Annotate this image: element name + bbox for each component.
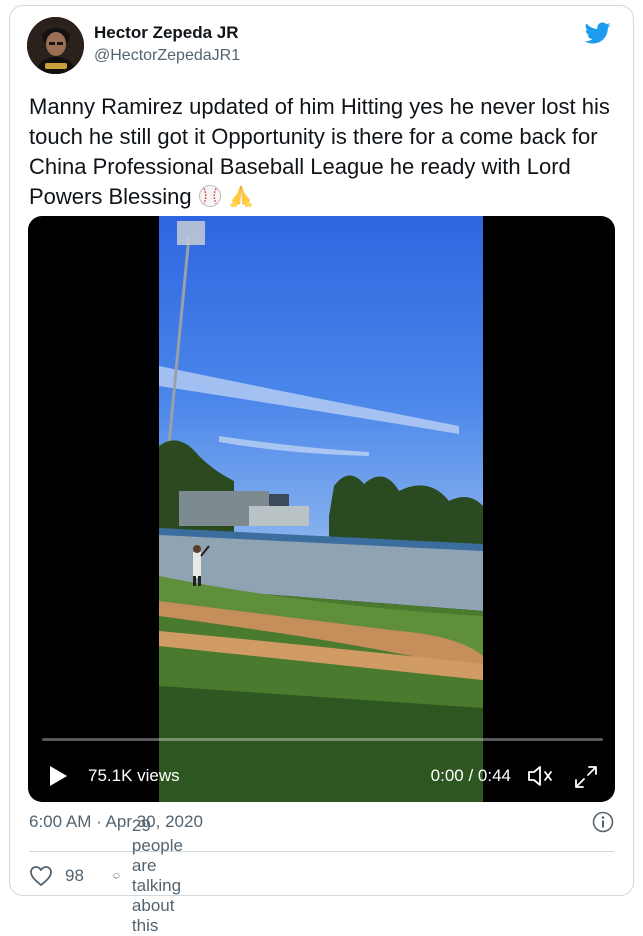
play-icon[interactable] — [48, 765, 68, 787]
author-info: Hector Zepeda JR @HectorZepedaJR1 — [94, 22, 240, 66]
avatar[interactable] — [27, 17, 84, 74]
baseball-emoji — [198, 184, 222, 216]
reply-bubble-icon — [113, 873, 120, 879]
fullscreen-icon[interactable] — [573, 764, 599, 790]
view-count: 75.1K views — [88, 766, 180, 785]
twitter-bird-icon[interactable] — [583, 20, 613, 46]
tweet-text: Manny Ramirez updated of him Hitting yes… — [29, 92, 619, 216]
conversation-button[interactable]: 29 people are talking about this — [113, 816, 200, 935]
video-time: 0:00 / 0:44 — [430, 766, 511, 785]
video-frame — [159, 216, 483, 802]
video-progress-bar[interactable] — [42, 738, 603, 741]
folded-hands-emoji — [228, 184, 254, 216]
author-handle[interactable]: @HectorZepedaJR1 — [94, 45, 240, 66]
info-icon[interactable] — [592, 811, 614, 833]
video-controls: 75.1K views 0:00 / 0:44 — [28, 756, 615, 796]
divider — [29, 851, 614, 852]
volume-icon[interactable] — [527, 764, 555, 788]
video-player[interactable]: 75.1K views 0:00 / 0:44 — [28, 216, 615, 802]
like-count: 98 — [65, 866, 84, 885]
conversation-text: 29 people are talking about this — [131, 816, 183, 935]
tweet-card: Hector Zepeda JR @HectorZepedaJR1 Manny … — [9, 5, 634, 935]
tweet-body: Manny Ramirez updated of him Hitting yes… — [29, 94, 610, 209]
heart-icon — [30, 866, 52, 886]
like-button[interactable]: 98 — [29, 861, 84, 891]
author-name[interactable]: Hector Zepeda JR — [94, 22, 240, 43]
